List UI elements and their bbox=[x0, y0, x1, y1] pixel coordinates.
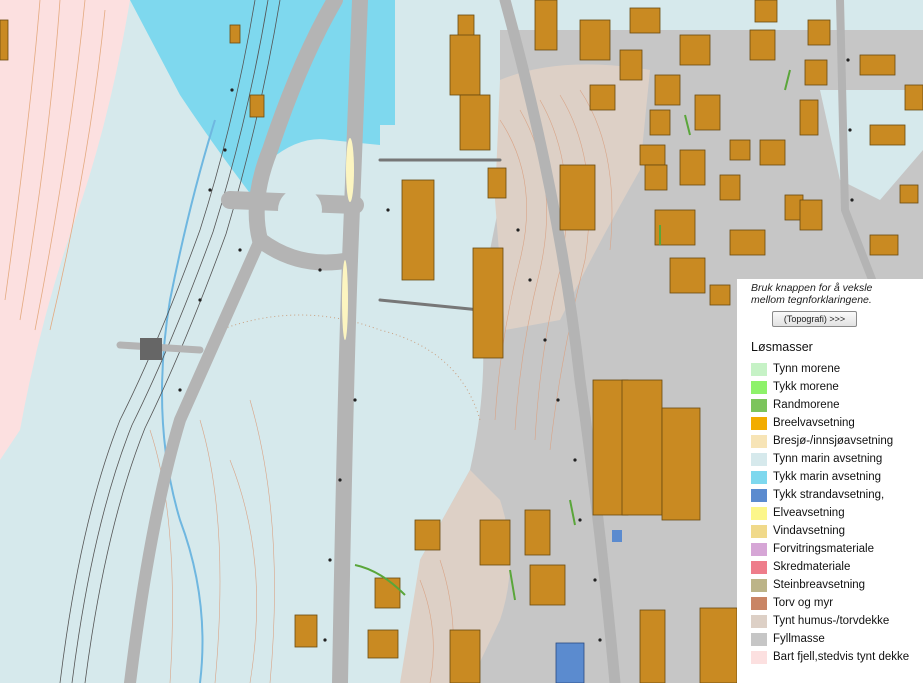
legend-item: Tykk marin avsetning bbox=[751, 468, 923, 486]
legend-label: Elveavsetning bbox=[773, 507, 845, 519]
legend-item: Skredmateriale bbox=[751, 558, 923, 576]
legend-label: Tynt humus-/torvdekke bbox=[773, 615, 890, 627]
legend-label: Skredmateriale bbox=[773, 561, 851, 573]
legend-item: Vindavsetning bbox=[751, 522, 923, 540]
bridge bbox=[140, 338, 162, 360]
legend-item: Bart fjell,stedvis tynt dekke bbox=[751, 648, 923, 666]
legend-swatch bbox=[751, 560, 767, 574]
legend-item: Tynn marin avsetning bbox=[751, 450, 923, 468]
legend-label: Steinbreavsetning bbox=[773, 579, 866, 591]
legend-swatch bbox=[751, 650, 767, 664]
toggle-legend-button[interactable]: (Topografi) >>> bbox=[772, 311, 857, 327]
median-island bbox=[346, 138, 354, 202]
legend-label: Vindavsetning bbox=[773, 525, 846, 537]
legend-swatch bbox=[751, 470, 767, 484]
legend-hint-line-2: mellom tegnforklaringene. bbox=[751, 294, 872, 306]
legend-swatch bbox=[751, 632, 767, 646]
legend-swatch bbox=[751, 434, 767, 448]
legend-swatch bbox=[751, 524, 767, 538]
legend-item: Forvitringsmateriale bbox=[751, 540, 923, 558]
legend-list: Tynn morene Tykk morene Randmorene Breelvav… bbox=[751, 360, 923, 666]
legend-label: Tynn marin avsetning bbox=[773, 453, 883, 465]
legend-label: Bart fjell,stedvis tynt dekke bbox=[773, 651, 910, 663]
area-thin-marine-ne bbox=[650, 0, 923, 30]
roundabout-island bbox=[278, 188, 322, 232]
building-strand-deposit bbox=[555, 642, 585, 683]
legend-title: Løsmasser bbox=[751, 340, 813, 354]
legend-label: Bresjø-/innsjøavsetning bbox=[773, 435, 894, 447]
legend-label: Torv og myr bbox=[773, 597, 834, 609]
legend-swatch bbox=[751, 506, 767, 520]
legend-item: Tynn morene bbox=[751, 360, 923, 378]
legend-hint: Bruk knappen for å veksle mellom tegnfor… bbox=[751, 282, 923, 306]
legend-swatch bbox=[751, 416, 767, 430]
legend-swatch bbox=[751, 452, 767, 466]
legend-swatch bbox=[751, 398, 767, 412]
legend-label: Tykk strandavsetning, bbox=[773, 489, 885, 501]
legend-item: Fyllmasse bbox=[751, 630, 923, 648]
legend-label: Fyllmasse bbox=[773, 633, 825, 645]
small-blue-feature bbox=[612, 530, 622, 542]
legend-label: Breelvavsetning bbox=[773, 417, 855, 429]
legend-item: Elveavsetning bbox=[751, 504, 923, 522]
median-island-2 bbox=[342, 260, 348, 340]
legend-panel: Bruk knappen for å veksle mellom tegnfor… bbox=[737, 279, 923, 683]
legend-label: Tynn morene bbox=[773, 363, 841, 375]
legend-item: Breelvavsetning bbox=[751, 414, 923, 432]
legend-item: Randmorene bbox=[751, 396, 923, 414]
legend-hint-line-1: Bruk knappen for å veksle bbox=[751, 282, 873, 294]
legend-swatch bbox=[751, 542, 767, 556]
legend-item: Bresjø-/innsjøavsetning bbox=[751, 432, 923, 450]
legend-item: Tykk strandavsetning, bbox=[751, 486, 923, 504]
legend-item: Tynt humus-/torvdekke bbox=[751, 612, 923, 630]
legend-swatch bbox=[751, 578, 767, 592]
legend-swatch bbox=[751, 380, 767, 394]
legend-item: Tykk morene bbox=[751, 378, 923, 396]
legend-swatch bbox=[751, 614, 767, 628]
legend-label: Tykk marin avsetning bbox=[773, 471, 882, 483]
area-thick-marine-strip bbox=[380, 0, 395, 125]
legend-label: Randmorene bbox=[773, 399, 840, 411]
legend-swatch bbox=[751, 362, 767, 376]
legend-swatch bbox=[751, 488, 767, 502]
legend-item: Steinbreavsetning bbox=[751, 576, 923, 594]
legend-swatch bbox=[751, 596, 767, 610]
legend-item: Torv og myr bbox=[751, 594, 923, 612]
legend-label: Tykk morene bbox=[773, 381, 839, 393]
legend-label: Forvitringsmateriale bbox=[773, 543, 874, 555]
